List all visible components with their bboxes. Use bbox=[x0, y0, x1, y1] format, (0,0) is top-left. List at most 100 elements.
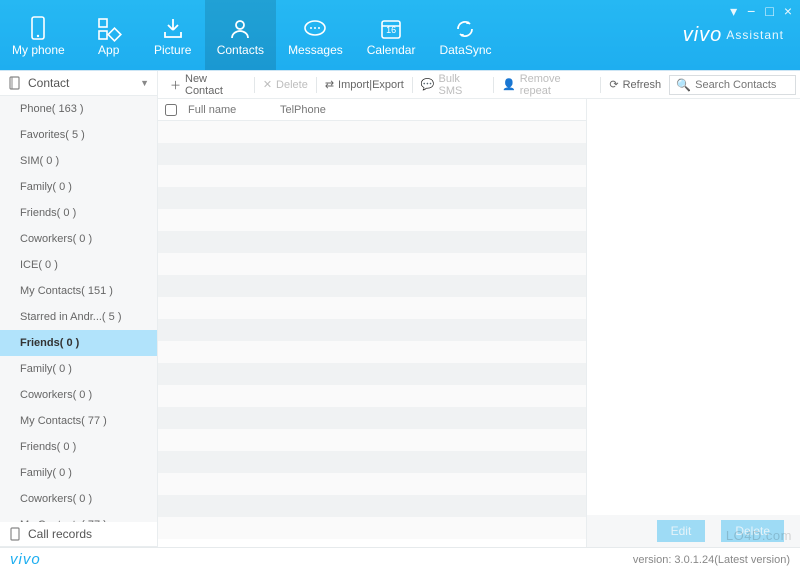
chevron-down-icon: ▼ bbox=[140, 78, 149, 88]
sync-icon bbox=[451, 15, 479, 43]
apps-icon bbox=[95, 15, 123, 43]
x-icon: ✕ bbox=[263, 78, 272, 91]
table-row bbox=[158, 121, 586, 143]
table-row bbox=[158, 495, 586, 517]
refresh-icon: ⟳ bbox=[609, 78, 618, 91]
search-icon: 🔍 bbox=[676, 78, 691, 92]
calendar-icon: 16 bbox=[377, 15, 405, 43]
body-row: Full name TelPhone Edit Delete bbox=[158, 99, 800, 547]
detail-panel: Edit Delete bbox=[586, 99, 800, 547]
table-row bbox=[158, 363, 586, 385]
bulk-sms-button: 💬 Bulk SMS bbox=[413, 71, 493, 98]
close-window-button[interactable]: × bbox=[784, 4, 792, 18]
call-icon bbox=[8, 527, 22, 541]
detail-actions: Edit Delete bbox=[587, 515, 800, 547]
remove-repeat-button: 👤 Remove repeat bbox=[494, 71, 600, 98]
button-label: Import|Export bbox=[338, 79, 404, 91]
calendar-day: 16 bbox=[377, 25, 405, 35]
sidebar-category[interactable]: Family( 0 ) bbox=[0, 174, 157, 200]
tab-label: App bbox=[98, 43, 119, 57]
book-icon bbox=[8, 76, 22, 90]
table-row bbox=[158, 407, 586, 429]
sidebar-category[interactable]: Phone( 163 ) bbox=[0, 96, 157, 122]
table-row bbox=[158, 165, 586, 187]
sidebar-category[interactable]: Family( 0 ) bbox=[0, 460, 157, 486]
tab-messages[interactable]: Messages bbox=[276, 0, 355, 70]
version-text: version: 3.0.1.24(Latest version) bbox=[633, 554, 790, 566]
tab-label: Picture bbox=[154, 43, 191, 57]
button-label: Bulk SMS bbox=[439, 73, 486, 97]
sidebar-category[interactable]: Friends( 0 ) bbox=[0, 434, 157, 460]
tab-label: Calendar bbox=[367, 43, 416, 57]
detail-body bbox=[587, 99, 800, 515]
sidebar-category[interactable]: ICE( 0 ) bbox=[0, 252, 157, 278]
table-rows bbox=[158, 121, 586, 547]
search-input[interactable] bbox=[695, 79, 789, 91]
table-row bbox=[158, 429, 586, 451]
table-row bbox=[158, 517, 586, 539]
table-row bbox=[158, 231, 586, 253]
tab-picture[interactable]: Picture bbox=[141, 0, 205, 70]
main: Contact ▼ Phone( 163 )Favorites( 5 )SIM(… bbox=[0, 70, 800, 547]
table-row bbox=[158, 341, 586, 363]
edit-button: Edit bbox=[657, 520, 706, 542]
sidebar-category[interactable]: Starred in Andr...( 5 ) bbox=[0, 304, 157, 330]
column-fullname[interactable]: Full name bbox=[184, 104, 276, 116]
minimize-window-button[interactable]: − bbox=[747, 4, 755, 18]
select-all-cell[interactable] bbox=[158, 104, 184, 116]
tab-contacts[interactable]: Contacts bbox=[205, 0, 276, 70]
menu-window-button[interactable]: ▾ bbox=[730, 4, 737, 18]
table-row bbox=[158, 143, 586, 165]
sidebar-category[interactable]: Family( 0 ) bbox=[0, 356, 157, 382]
search-box[interactable]: 🔍 bbox=[669, 75, 796, 95]
sidebar-category[interactable]: Coworkers( 0 ) bbox=[0, 382, 157, 408]
button-label: Delete bbox=[276, 79, 308, 91]
tab-calendar[interactable]: 16 Calendar bbox=[355, 0, 428, 70]
plus-icon: ＋ bbox=[170, 77, 181, 93]
tab-my-phone[interactable]: My phone bbox=[0, 0, 77, 70]
contacts-icon bbox=[226, 15, 254, 43]
sidebar-category[interactable]: Friends( 0 ) bbox=[0, 200, 157, 226]
sidebar-category[interactable]: Coworkers( 0 ) bbox=[0, 486, 157, 512]
button-label: Remove repeat bbox=[520, 73, 593, 97]
refresh-button[interactable]: ⟳ Refresh bbox=[601, 71, 669, 98]
sidebar-section-call-records[interactable]: Call records bbox=[0, 522, 157, 547]
table-row bbox=[158, 473, 586, 495]
footer: vivo version: 3.0.1.24(Latest version) bbox=[0, 547, 800, 571]
table-row bbox=[158, 297, 586, 319]
sidebar-category[interactable]: My Contacts( 77 ) bbox=[0, 408, 157, 434]
sidebar-category[interactable]: Favorites( 5 ) bbox=[0, 122, 157, 148]
category-list: Phone( 163 )Favorites( 5 )SIM( 0 )Family… bbox=[0, 96, 157, 522]
tab-app[interactable]: App bbox=[77, 0, 141, 70]
tab-label: Contacts bbox=[217, 43, 264, 57]
detail-delete-button: Delete bbox=[721, 520, 784, 542]
sidebar-category[interactable]: Coworkers( 0 ) bbox=[0, 226, 157, 252]
chat-icon: 💬 bbox=[421, 78, 435, 91]
button-label: New Contact bbox=[185, 73, 246, 97]
column-telphone[interactable]: TelPhone bbox=[276, 104, 586, 116]
tab-label: My phone bbox=[12, 43, 65, 57]
sidebar-section-contact[interactable]: Contact ▼ bbox=[0, 71, 157, 96]
sidebar-category[interactable]: SIM( 0 ) bbox=[0, 148, 157, 174]
select-all-checkbox[interactable] bbox=[165, 104, 177, 116]
table-row bbox=[158, 253, 586, 275]
import-export-button[interactable]: ⇄ Import|Export bbox=[317, 71, 412, 98]
sidebar-category[interactable]: Friends( 0 ) bbox=[0, 330, 157, 356]
section-title: Contact bbox=[28, 76, 69, 90]
sidebar-category[interactable]: My Contacts( 77 ) bbox=[0, 512, 157, 522]
sidebar: Contact ▼ Phone( 163 )Favorites( 5 )SIM(… bbox=[0, 71, 158, 547]
phone-icon bbox=[24, 15, 52, 43]
table-row bbox=[158, 319, 586, 341]
tab-datasync[interactable]: DataSync bbox=[427, 0, 503, 70]
delete-button: ✕ Delete bbox=[255, 71, 316, 98]
table-row bbox=[158, 275, 586, 297]
maximize-window-button[interactable]: □ bbox=[765, 4, 773, 18]
brand-suffix: Assistant bbox=[726, 28, 784, 42]
window-buttons: ▾ − □ × bbox=[730, 4, 792, 18]
transfer-icon: ⇄ bbox=[325, 78, 334, 91]
tab-label: Messages bbox=[288, 43, 343, 57]
sidebar-category[interactable]: My Contacts( 151 ) bbox=[0, 278, 157, 304]
table-header: Full name TelPhone bbox=[158, 99, 586, 121]
section-title: Call records bbox=[28, 527, 92, 541]
new-contact-button[interactable]: ＋ New Contact bbox=[162, 71, 254, 98]
